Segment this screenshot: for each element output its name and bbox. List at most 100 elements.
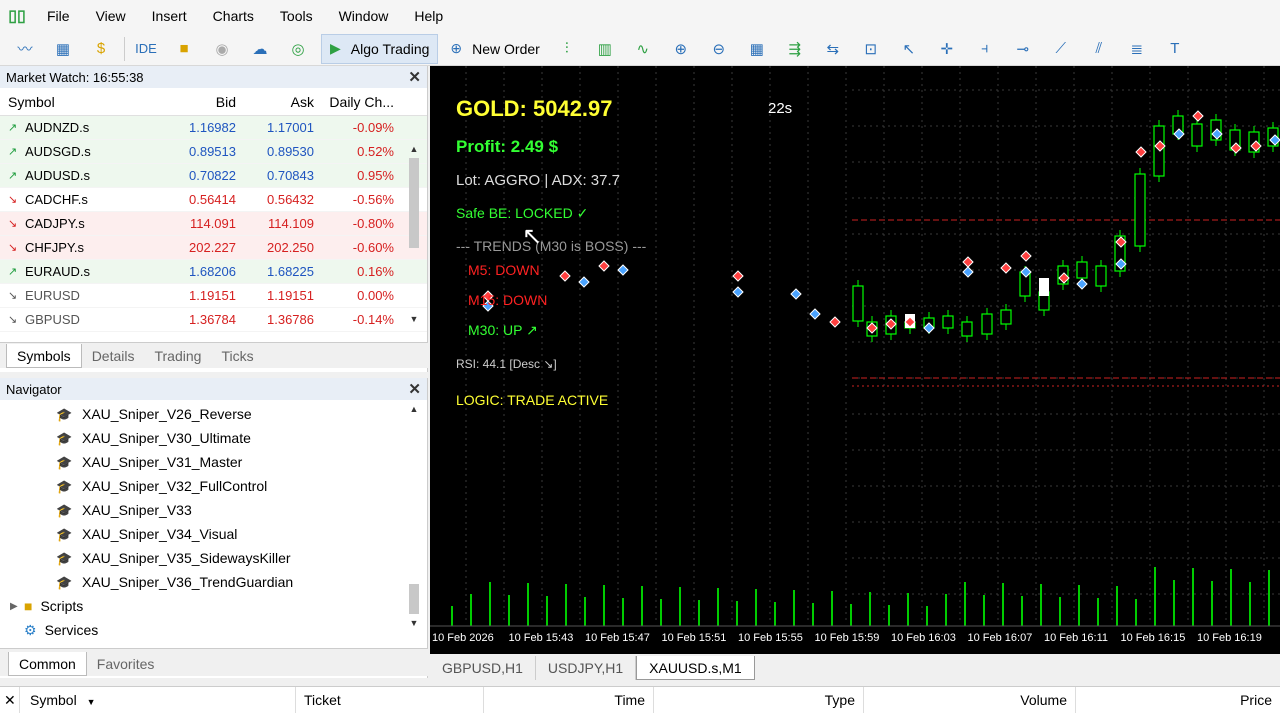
line-chart-icon[interactable]: ∿ (628, 35, 658, 63)
terminal-column-type[interactable]: Type (654, 687, 864, 713)
expert-name: XAU_Sniper_V31_Master (82, 454, 243, 470)
navigator-expert-item[interactable]: 🎓 XAU_Sniper_V32_FullControl (0, 474, 427, 498)
market-bag-icon[interactable]: ■ (169, 35, 199, 63)
market-watch-row[interactable]: ↘ GBPUSD 1.36784 1.36786 -0.14% (0, 308, 427, 332)
menu-window[interactable]: Window (326, 0, 402, 32)
services-label: Services (44, 622, 99, 638)
navigator-services[interactable]: ⚙ Services (0, 618, 427, 642)
market-watch-row[interactable]: ↘ CADCHF.s 0.56414 0.56432 -0.56% (0, 188, 427, 212)
terminal-column-volume[interactable]: Volume (864, 687, 1076, 713)
terminal-column-symbol[interactable]: Symbol ▼ (20, 687, 296, 713)
symbol-cell: ↗ AUDUSD.s (0, 168, 162, 183)
zoom-out-icon[interactable]: ⊖ (704, 35, 734, 63)
text-tool-icon[interactable]: T (1160, 35, 1190, 63)
ask-cell: 1.68225 (267, 264, 314, 279)
payment-icon[interactable]: $ (86, 35, 116, 63)
trend-m15: M15: DOWN (468, 292, 548, 308)
chart-template-icon[interactable]: ▦ (48, 35, 78, 63)
chart-type-icon[interactable]: 〰 (10, 35, 40, 63)
column-daily-change[interactable]: Daily Ch... (318, 94, 398, 110)
column-ask[interactable]: Ask (240, 94, 318, 110)
cursor-icon[interactable]: ↖ (894, 35, 924, 63)
tab-ticks[interactable]: Ticks (211, 344, 263, 368)
scroll-thumb[interactable] (409, 584, 419, 614)
market-watch-scrollbar[interactable]: ▲ ▼ (407, 144, 421, 330)
bid-cell: 1.16982 (189, 120, 236, 135)
close-icon[interactable]: ✕ (0, 687, 20, 713)
ask-cell: 0.89530 (267, 144, 314, 159)
market-watch-row[interactable]: ↗ EURAUD.s 1.68206 1.68225 0.16% (0, 260, 427, 284)
zoom-in-icon[interactable]: ⊕ (666, 35, 696, 63)
navigator-expert-item[interactable]: 🎓 XAU_Sniper_V31_Master (0, 450, 427, 474)
terminal-column-ticket[interactable]: Ticket (296, 687, 484, 713)
fibonacci-icon[interactable]: ≣ (1122, 35, 1152, 63)
tab-details[interactable]: Details (82, 344, 145, 368)
navigator-expert-item[interactable]: 🎓 XAU_Sniper_V35_SidewaysKiller (0, 546, 427, 570)
expand-icon[interactable]: ▶ (10, 601, 24, 612)
screenshot-icon[interactable]: ⊡ (856, 35, 886, 63)
logic-label: LOGIC: TRADE ACTIVE (456, 392, 609, 408)
navigator-expert-item[interactable]: 🎓 XAU_Sniper_V30_Ultimate (0, 426, 427, 450)
symbol-cell: ↘ GBPUSD (0, 312, 162, 327)
price-chart[interactable]: GOLD: 5042.97 22s Profit: 2.49 $ Lot: AG… (430, 66, 1280, 654)
market-watch-row[interactable]: ↘ CHFJPY.s 202.227 202.250 -0.60% (0, 236, 427, 260)
tab-usdjpy-h1[interactable]: USDJPY,H1 (536, 656, 637, 680)
navigator-expert-item[interactable]: 🎓 XAU_Sniper_V36_TrendGuardian (0, 570, 427, 594)
tile-windows-icon[interactable]: ▦ (742, 35, 772, 63)
market-watch-row[interactable]: ↗ AUDSGD.s 0.89513 0.89530 0.52% (0, 140, 427, 164)
expert-advisor-icon: 🎓 (56, 551, 73, 566)
tab-trading[interactable]: Trading (144, 344, 211, 368)
scroll-thumb[interactable] (409, 158, 419, 248)
terminal-column-price[interactable]: Price (1076, 687, 1280, 713)
close-icon[interactable]: ✕ (408, 380, 421, 398)
menu-charts[interactable]: Charts (200, 0, 267, 32)
menu-insert[interactable]: Insert (139, 0, 200, 32)
close-icon[interactable]: ✕ (408, 68, 421, 86)
market-watch-row[interactable]: ↘ EURUSD 1.19151 1.19151 0.00% (0, 284, 427, 308)
tab-xauusd-m1[interactable]: XAUUSD.s,M1 (636, 656, 755, 680)
navigator-scripts[interactable]: ▶ ■ Scripts (0, 594, 427, 618)
navigator-expert-item[interactable]: 🎓 XAU_Sniper_V34_Visual (0, 522, 427, 546)
ask-cell: 1.17001 (267, 120, 314, 135)
crosshair-icon[interactable]: ✛ (932, 35, 962, 63)
menu-file[interactable]: File (34, 0, 83, 32)
navigator-expert-item[interactable]: 🎓 XAU_Sniper_V26_Reverse (0, 402, 427, 426)
column-symbol[interactable]: Symbol (0, 94, 162, 110)
tab-gbpusd-h1[interactable]: GBPUSD,H1 (430, 656, 536, 680)
terminal-column-time[interactable]: Time (484, 687, 654, 713)
menu-view[interactable]: View (83, 0, 139, 32)
chart-shift-icon[interactable]: ⇆ (818, 35, 848, 63)
horizontal-line-icon[interactable]: ⊸ (1008, 35, 1038, 63)
tab-symbols[interactable]: Symbols (6, 344, 82, 368)
tab-common[interactable]: Common (8, 652, 87, 676)
globe-icon[interactable]: ◎ (283, 35, 313, 63)
menu-help[interactable]: Help (401, 0, 456, 32)
algo-trading-button[interactable]: ▶ Algo Trading (321, 33, 439, 64)
navigator-expert-item[interactable]: 🎓 XAU_Sniper_V33 (0, 498, 427, 522)
tab-favorites[interactable]: Favorites (87, 652, 165, 676)
vps-cloud-icon[interactable]: ☁ (245, 35, 275, 63)
market-watch-row[interactable]: ↗ AUDNZD.s 1.16982 1.17001 -0.09% (0, 116, 427, 140)
scroll-up-icon[interactable]: ▲ (407, 404, 421, 414)
trend-m5: M5: DOWN (468, 262, 540, 278)
column-bid[interactable]: Bid (162, 94, 240, 110)
scroll-down-icon[interactable]: ▼ (407, 314, 421, 324)
scroll-down-icon[interactable]: ▼ (407, 618, 421, 628)
navigator-scrollbar[interactable]: ▲ ▼ (407, 404, 421, 646)
trendline-icon[interactable]: ⟋ (1046, 35, 1076, 63)
menu-tools[interactable]: Tools (267, 0, 326, 32)
vertical-line-icon[interactable]: ⫞ (970, 35, 1000, 63)
market-watch-row[interactable]: ↗ AUDUSD.s 0.70822 0.70843 0.95% (0, 164, 427, 188)
signals-icon[interactable]: ◉ (207, 35, 237, 63)
scroll-up-icon[interactable]: ▲ (407, 144, 421, 154)
new-order-button[interactable]: ⊕ New Order (442, 34, 547, 64)
channel-icon[interactable]: ⫽ (1084, 35, 1114, 63)
symbol-name: AUDUSD.s (25, 168, 91, 183)
bar-chart-icon[interactable]: ⫶ (552, 35, 582, 63)
expert-name: XAU_Sniper_V30_Ultimate (82, 430, 251, 446)
candlestick-icon[interactable]: ▥ (590, 35, 620, 63)
ide-button[interactable]: IDE (131, 35, 161, 63)
autoscroll-icon[interactable]: ⇶ (780, 35, 810, 63)
market-watch-row[interactable]: ↘ CADJPY.s 114.091 114.109 -0.80% (0, 212, 427, 236)
trend-m30: M30: UP ↗ (468, 322, 538, 338)
